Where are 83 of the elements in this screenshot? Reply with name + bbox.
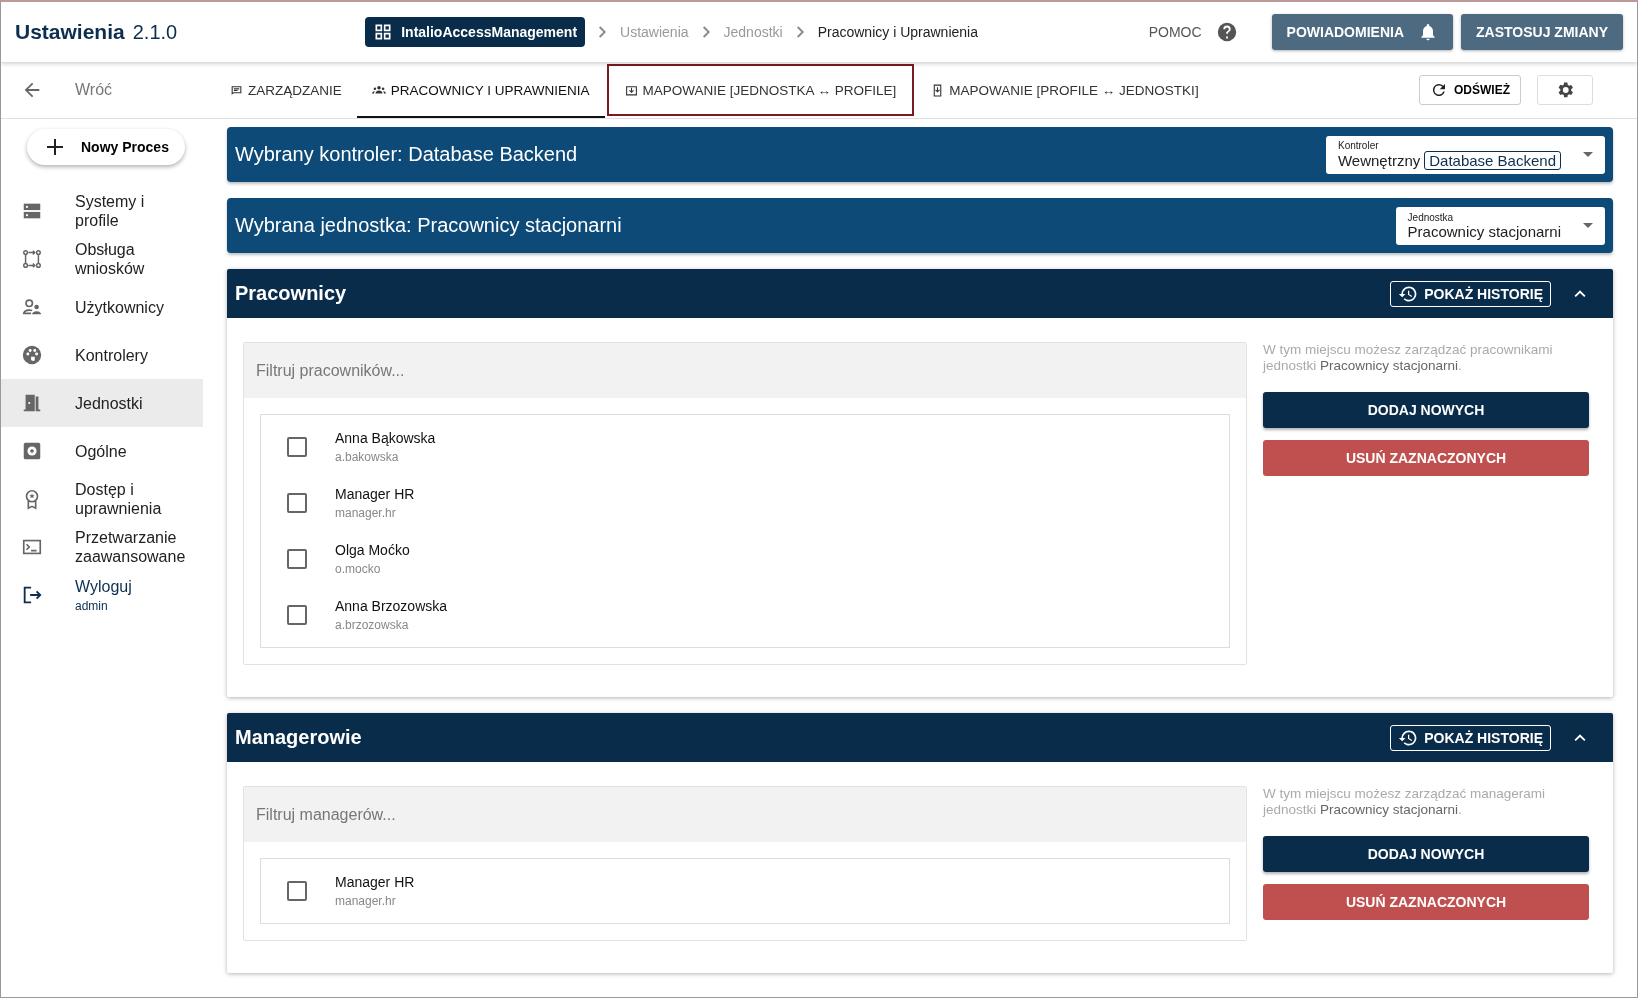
- app-chip[interactable]: IntalioAccessManagement: [365, 17, 586, 47]
- person-name: Olga Moćko: [335, 542, 410, 558]
- logout-label: Wyloguj: [75, 577, 132, 596]
- sidebar-label: Ogólne: [75, 441, 127, 461]
- person-login: o.mocko: [335, 562, 382, 576]
- help-link[interactable]: POMOC: [1148, 24, 1202, 40]
- person-login: a.brzozowska: [335, 618, 410, 632]
- checkbox[interactable]: [287, 605, 307, 625]
- people-icon: [371, 83, 386, 97]
- sidebar-item[interactable]: Ogólne: [1, 427, 203, 475]
- sidebar-label: Dostęp i uprawnienia: [75, 480, 163, 518]
- tab[interactable]: MAPOWANIE [JEDNOSTKA ↔ PROFILE]: [604, 62, 917, 118]
- checkbox[interactable]: [287, 493, 307, 513]
- chevron-icon: [702, 26, 710, 38]
- person-login: manager.hr: [335, 894, 397, 908]
- panel-description: W tym miejscu możesz zarządzać managerami jednostki Pracownicy stacjonarni.: [1263, 786, 1547, 818]
- flow-icon: [21, 248, 43, 270]
- panel-title: Pracownicy: [235, 282, 348, 305]
- bell-icon: [1418, 22, 1438, 42]
- breadcrumb-link[interactable]: Pracownicy i Uprawnienia: [817, 24, 978, 40]
- refresh-icon: [1430, 81, 1448, 99]
- show-history-button[interactable]: POKAŻ HISTORIĘ: [1390, 280, 1551, 307]
- sidebar-label: Jednostki: [75, 393, 143, 413]
- selected-unit-label: Wybrana jednostka: Pracownicy stacjonarni: [235, 214, 622, 237]
- sidebar-item[interactable]: Przetwarzanie zaawansowane: [1, 523, 203, 571]
- dropdown-caret-icon: [1583, 223, 1593, 228]
- filter-field[interactable]: Filtruj managerów...: [244, 787, 1246, 842]
- chevron-icon: [796, 26, 804, 38]
- app-title: Ustawienia: [15, 20, 125, 44]
- sidebar-label: Systemy i profile: [75, 192, 146, 230]
- panel-title: Managerowie: [235, 726, 363, 749]
- back-link[interactable]: Wróć: [75, 81, 215, 99]
- sidebar-item[interactable]: Użytkownicy: [1, 283, 203, 331]
- controller-select[interactable]: Kontroler Wewnętrzny Database Backend: [1325, 135, 1605, 174]
- person-name: Anna Brzozowska: [335, 598, 448, 614]
- sidebar-label: Kontrolery: [75, 345, 148, 365]
- dropdown-caret-icon: [1583, 152, 1593, 157]
- chevron-icon: [599, 26, 607, 38]
- selected-controller-label: Wybrany kontroler: Database Backend: [235, 143, 578, 166]
- unit-select[interactable]: Jednostka Pracownicy stacjonarni: [1395, 206, 1605, 245]
- logout-icon: [21, 584, 43, 606]
- person-name: Anna Bąkowska: [335, 430, 436, 446]
- person-login: a.bakowska: [335, 450, 400, 464]
- add-new-button[interactable]: DODAJ NOWYCH: [1263, 392, 1589, 428]
- sidebar-item[interactable]: Jednostki: [1, 379, 203, 427]
- add-new-button[interactable]: DODAJ NOWYCH: [1263, 836, 1589, 872]
- sidebar-label: Obsługa wniosków: [75, 240, 146, 278]
- message-icon: [230, 83, 243, 97]
- panel-description: W tym miejscu możesz zarządzać pracownikami jednostki Pracownicy stacjonarni.: [1263, 342, 1554, 374]
- palette-icon: [21, 344, 43, 366]
- plus-icon: [47, 139, 63, 155]
- sidebar-item[interactable]: Systemy i profile: [1, 187, 203, 235]
- checkbox[interactable]: [287, 881, 307, 901]
- grid-icon: [373, 22, 394, 42]
- sidebar-item[interactable]: Wyloguj admin: [1, 571, 203, 619]
- sidebar-item[interactable]: Dostęp i uprawnienia: [1, 475, 203, 523]
- tab[interactable]: ZARZĄDZANIE: [215, 62, 357, 118]
- filter-field[interactable]: Filtruj pracowników...: [244, 343, 1246, 398]
- sidebar-item[interactable]: Kontrolery: [1, 331, 203, 379]
- version-label: 2.1.0: [132, 20, 178, 44]
- sidebar-label: Użytkownicy: [75, 297, 164, 317]
- controller-tag: Database Backend: [1424, 150, 1561, 170]
- checkbox[interactable]: [287, 437, 307, 457]
- door-icon: [21, 392, 43, 414]
- gear-icon: [21, 440, 43, 462]
- settings-button[interactable]: [1537, 75, 1593, 105]
- sidebar-label: Przetwarzanie zaawansowane: [75, 528, 187, 566]
- download-box-icon: [624, 83, 638, 97]
- checkbox[interactable]: [287, 549, 307, 569]
- refresh-button[interactable]: ODŚWIEŻ: [1419, 75, 1521, 105]
- apply-changes-button[interactable]: ZASTOSUJ ZMIANY: [1461, 14, 1623, 50]
- new-process-button[interactable]: Nowy Proces: [27, 129, 185, 165]
- help-icon[interactable]: [1215, 21, 1238, 43]
- tab[interactable]: MAPOWANIE [PROFILE ↔ JEDNOSTKI]: [916, 62, 1214, 118]
- person-name: Manager HR: [335, 486, 415, 502]
- sidebar-item[interactable]: Obsługa wniosków: [1, 235, 203, 283]
- notifications-button[interactable]: POWIADOMIENIA: [1271, 14, 1453, 50]
- show-history-button[interactable]: POKAŻ HISTORIĘ: [1390, 724, 1551, 751]
- username-label: admin: [75, 599, 109, 613]
- person-name: Manager HR: [335, 874, 415, 890]
- remove-selected-button[interactable]: USUŃ ZAZNACZONYCH: [1263, 884, 1589, 920]
- person-login: manager.hr: [335, 506, 397, 520]
- remove-selected-button[interactable]: USUŃ ZAZNACZONYCH: [1263, 440, 1589, 476]
